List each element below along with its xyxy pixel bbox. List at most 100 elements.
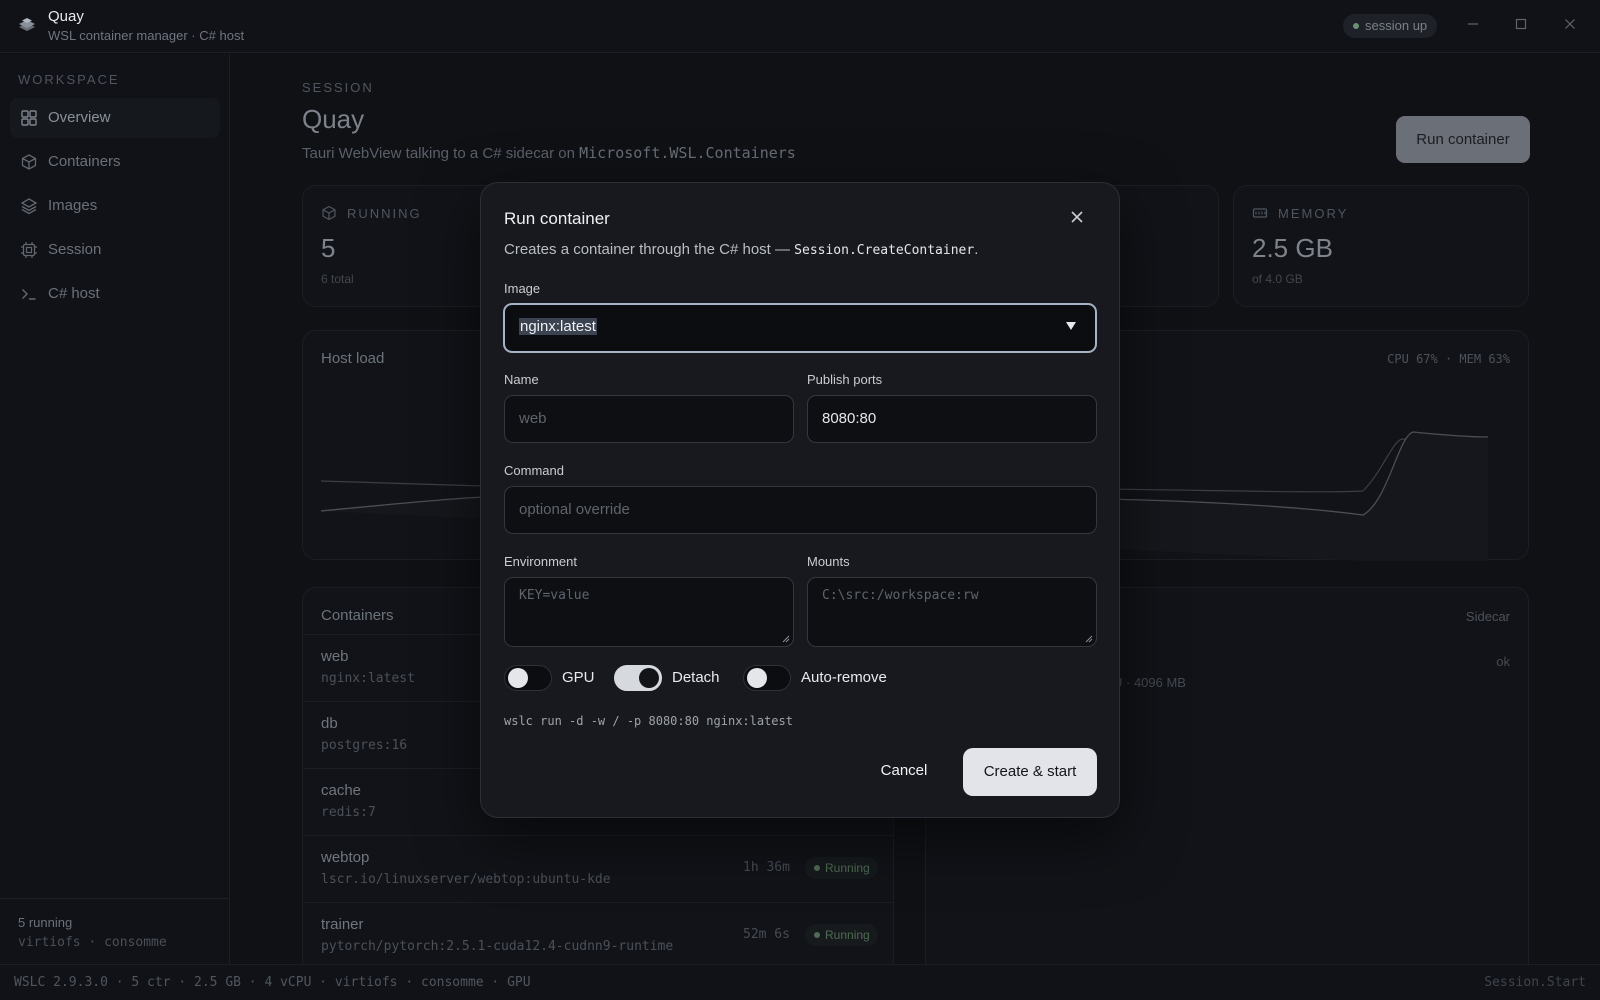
sidecar-title: Sidecar — [1465, 609, 1510, 624]
page-subtitle-code: Microsoft.WSL.Containers — [579, 144, 796, 162]
container-name: db — [321, 715, 338, 732]
sidecar-detail: U · 4096 MB — [1113, 675, 1186, 690]
status-badge: Running — [805, 857, 878, 879]
resize-grip-icon[interactable] — [782, 635, 790, 643]
container-uptime: 1h 36m — [743, 860, 790, 875]
stat-value: 2.5 GB — [1252, 233, 1333, 263]
terminal-icon — [22, 289, 36, 300]
gpu-toggle[interactable] — [504, 665, 552, 691]
sidebar-item-session[interactable]: Session — [10, 230, 220, 270]
auto-remove-toggle-label: Auto-remove — [801, 669, 887, 686]
sidebar-item-label: Images — [48, 197, 98, 214]
cube-icon — [322, 205, 336, 221]
mounts-textarea[interactable]: C:\src:/workspace:rw — [807, 577, 1097, 647]
run-container-button[interactable]: Run container — [1396, 116, 1530, 163]
session-status-badge: session up — [1343, 14, 1438, 38]
memory-icon — [1252, 208, 1268, 218]
workspace-label: WORKSPACE — [18, 72, 120, 87]
dialog-description: Creates a container through the C# host … — [504, 241, 978, 258]
auto-remove-toggle[interactable] — [743, 665, 791, 691]
app-logo-icon — [19, 18, 35, 31]
close-dialog-icon[interactable] — [1069, 209, 1085, 225]
publish-ports-label: Publish ports — [807, 372, 883, 387]
sidebar: WORKSPACE Overview Containers Images Ses… — [0, 54, 230, 964]
sidecar-status: ok — [1496, 654, 1510, 669]
toggle-knob — [639, 668, 659, 688]
container-image: postgres:16 — [321, 738, 408, 753]
resize-grip-icon[interactable] — [1085, 635, 1093, 643]
dialog-description-text: Creates a container through the C# host … — [504, 241, 795, 258]
dialog-description-suffix: . — [974, 241, 979, 258]
app-name: Quay — [48, 8, 84, 25]
name-label: Name — [504, 372, 539, 387]
container-image: nginx:latest — [321, 671, 415, 686]
container-image: redis:7 — [321, 805, 376, 820]
command-field[interactable]: optional override — [504, 486, 1097, 534]
network-info: virtiofs · consomme — [18, 935, 167, 950]
container-name: cache — [321, 782, 362, 799]
table-row[interactable]: webtop lscr.io/linuxserver/webtop:ubuntu… — [303, 835, 893, 902]
container-name: web — [321, 648, 349, 665]
running-count: 5 running — [18, 915, 73, 930]
stat-label: RUNNING — [347, 206, 422, 221]
cube-icon — [21, 154, 37, 170]
grid-icon — [21, 110, 37, 126]
command-preview: wslc run -d -w / -p 8080:80 nginx:latest — [504, 714, 793, 728]
run-container-dialog: Run container Creates a container throug… — [480, 182, 1120, 818]
minimize-button[interactable] — [1461, 14, 1485, 38]
title-bar: Quay WSL container manager · C# host ses… — [0, 0, 1600, 53]
gpu-toggle-label: GPU — [562, 669, 595, 686]
mounts-label: Mounts — [807, 554, 850, 569]
containers-title: Containers — [321, 607, 394, 624]
environment-label: Environment — [504, 554, 577, 569]
command-label: Command — [504, 463, 564, 478]
sidebar-item-label: Session — [48, 241, 102, 258]
maximize-icon — [1515, 18, 1527, 30]
stat-sub: of 4.0 GB — [1252, 272, 1303, 286]
sidebar-item-label: Overview — [48, 109, 111, 126]
chevron-down-icon — [1066, 322, 1076, 330]
container-name: webtop — [321, 849, 370, 866]
environment-placeholder: KEY=value — [519, 588, 590, 603]
publish-ports-value: 8080:80 — [822, 410, 877, 427]
toggle-knob — [747, 668, 767, 688]
image-label: Image — [504, 281, 541, 296]
status-bar-info: WSLC 2.9.3.0 · 5 ctr · 2.5 GB · 4 vCPU ·… — [14, 975, 531, 990]
page-title: Quay — [302, 104, 365, 134]
name-field[interactable]: web — [504, 395, 794, 443]
sidebar-footer: 5 running virtiofs · consomme — [0, 898, 229, 964]
command-placeholder: optional override — [519, 501, 630, 518]
dialog-description-code: Session.CreateContainer — [794, 243, 975, 258]
table-row[interactable]: trainer pytorch/pytorch:2.5.1-cuda12.4-c… — [303, 902, 893, 969]
memory-stat-card: MEMORY 2.5 GB of 4.0 GB — [1233, 185, 1529, 307]
close-window-button[interactable] — [1558, 14, 1582, 38]
container-uptime: 52m 6s — [743, 927, 790, 942]
image-select[interactable]: nginx:latest — [503, 303, 1097, 353]
container-image: pytorch/pytorch:2.5.1-cuda12.4-cudnn9-ru… — [321, 939, 674, 954]
page-subtitle-text: Tauri WebView talking to a C# sidecar on — [302, 145, 580, 162]
sidebar-item-containers[interactable]: Containers — [10, 142, 220, 182]
maximize-button[interactable] — [1509, 14, 1533, 38]
sidebar-item-label: C# host — [48, 285, 100, 302]
dialog-title: Run container — [504, 209, 610, 228]
minimize-icon — [1468, 23, 1478, 25]
status-bar: WSLC 2.9.3.0 · 5 ctr · 2.5 GB · 4 vCPU ·… — [0, 964, 1600, 1000]
cancel-button[interactable]: Cancel — [865, 748, 943, 794]
layers-icon — [20, 198, 38, 215]
sidebar-item-images[interactable]: Images — [10, 186, 220, 226]
environment-textarea[interactable]: KEY=value — [504, 577, 794, 647]
sidebar-item-overview[interactable]: Overview — [10, 98, 220, 138]
close-icon — [1565, 19, 1575, 29]
section-label: SESSION — [302, 80, 374, 95]
create-and-start-button[interactable]: Create & start — [963, 748, 1097, 796]
detach-toggle[interactable] — [614, 665, 662, 691]
stat-value: 5 — [321, 233, 336, 263]
container-image: lscr.io/linuxserver/webtop:ubuntu-kde — [321, 872, 611, 887]
status-bar-event: Session.Start — [1484, 975, 1586, 990]
sidebar-item-csharp-host[interactable]: C# host — [10, 274, 220, 314]
detach-toggle-label: Detach — [672, 669, 720, 686]
sidebar-item-label: Containers — [48, 153, 121, 170]
toggle-knob — [508, 668, 528, 688]
container-name: trainer — [321, 916, 364, 933]
publish-ports-field[interactable]: 8080:80 — [807, 395, 1097, 443]
